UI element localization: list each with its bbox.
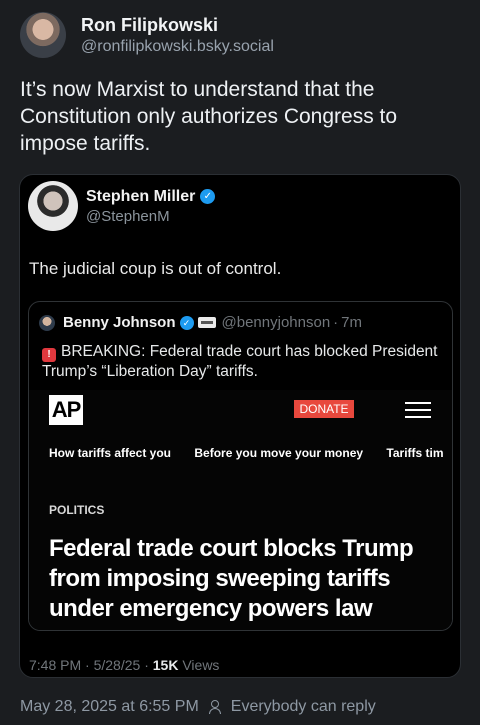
post: Ron Filipkowski @ronfilipkowski.bsky.soc… xyxy=(0,0,480,725)
topic-link: Tariffs timelin xyxy=(386,446,444,460)
separator-dot: · xyxy=(85,657,94,673)
embedded-post-screenshot[interactable]: Stephen Miller ✓ @StephenM The judicial … xyxy=(19,174,461,678)
embed-author: Stephen Miller ✓ @StephenM xyxy=(28,181,216,231)
views-label: Views xyxy=(182,657,220,673)
hamburger-menu-icon xyxy=(405,402,431,418)
affiliation-badge-icon xyxy=(197,317,216,328)
embed-date: 5/28/25 xyxy=(93,657,141,673)
quoted-post-text-content: BREAKING: Federal trade court has blocke… xyxy=(42,343,438,380)
article-preview: AP DONATE How tariffs affect you Before … xyxy=(29,390,452,630)
topic-nav: How tariffs affect you Before you move y… xyxy=(49,446,444,460)
quoted-author-name: Benny Johnson xyxy=(63,314,176,331)
embed-author-handle: @StephenM xyxy=(86,207,170,225)
topic-link: How tariffs affect you xyxy=(49,446,172,460)
siren-icon: ! xyxy=(42,348,56,362)
ap-logo: AP xyxy=(49,395,83,425)
donate-button: DONATE xyxy=(294,400,354,418)
embed-time: 7:48 PM xyxy=(29,657,82,673)
embed-meta: 7:48 PM · 5/28/25 · 15K Views xyxy=(29,657,219,673)
verified-icon: ✓ xyxy=(179,315,194,330)
post-timestamp[interactable]: May 28, 2025 at 6:55 PM xyxy=(20,698,199,716)
quoted-post-header: Benny Johnson ✓ @bennyjohnson · 7m xyxy=(39,314,362,331)
embed-text: The judicial coup is out of control. xyxy=(29,259,282,278)
verified-icon: ✓ xyxy=(200,189,216,204)
embed-author-name: Stephen Miller xyxy=(86,187,196,205)
author-handle[interactable]: @ronfilipkowski.bsky.social xyxy=(81,36,274,58)
quoted-post-time: 7m xyxy=(341,314,362,331)
people-icon xyxy=(208,700,225,714)
views-count: 15K xyxy=(152,657,179,673)
post-footer: May 28, 2025 at 6:55 PM Everybody can re… xyxy=(20,698,376,716)
author-avatar[interactable] xyxy=(20,12,66,58)
quoted-post-text: ! BREAKING: Federal trade court has block… xyxy=(42,342,442,382)
quoted-post: Benny Johnson ✓ @bennyjohnson · 7m ! BREA… xyxy=(28,301,453,631)
quoted-author-avatar xyxy=(39,314,55,331)
post-author[interactable]: Ron Filipkowski @ronfilipkowski.bsky.soc… xyxy=(20,12,274,58)
article-section: POLITICS xyxy=(49,503,105,517)
post-text: It’s now Marxist to understand that the … xyxy=(20,78,398,155)
separator-dot: · xyxy=(333,314,339,331)
article-headline: Federal trade court blocks Trump from im… xyxy=(49,535,414,622)
separator-dot: · xyxy=(144,657,153,673)
topic-link: Before you move your money xyxy=(194,446,364,460)
quoted-author-handle: @bennyjohnson xyxy=(221,314,331,331)
author-name[interactable]: Ron Filipkowski xyxy=(81,14,274,36)
reply-setting: Everybody can reply xyxy=(230,698,376,715)
embed-author-avatar xyxy=(28,181,78,231)
